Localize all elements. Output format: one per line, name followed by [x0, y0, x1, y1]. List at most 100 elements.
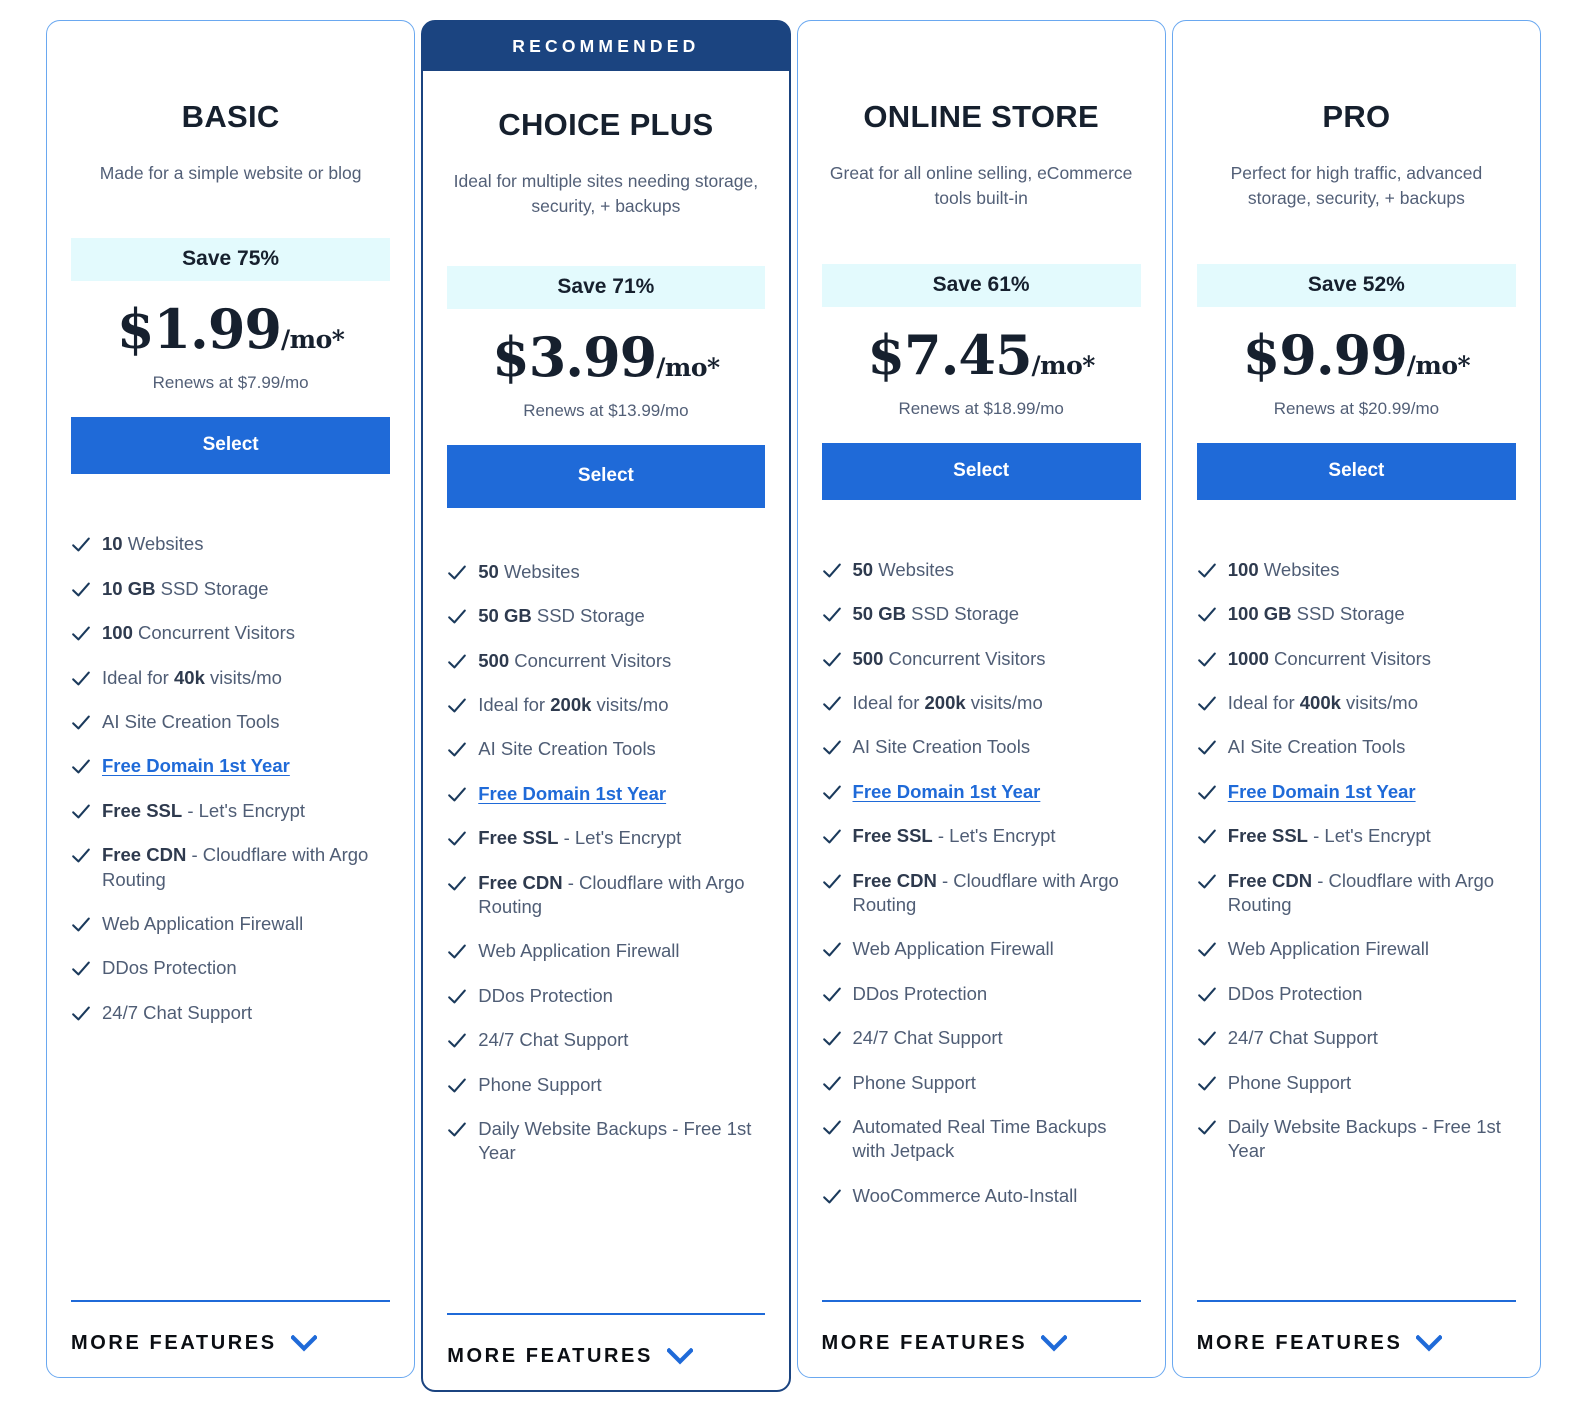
- feature-prefix: Ideal for: [102, 666, 174, 688]
- free-domain-link[interactable]: Free Domain 1st Year: [102, 755, 290, 776]
- chevron-down-icon: [1416, 1335, 1443, 1352]
- check-icon: [71, 757, 91, 777]
- check-icon: [822, 738, 842, 758]
- feature-body: - Let's Encrypt: [1307, 825, 1431, 847]
- feature-highlight: Free CDN: [102, 844, 187, 866]
- feature-text: Free SSL - Let's Encrypt: [1228, 824, 1431, 848]
- feature-item: Automated Real Time Backups with Jetpack: [822, 1115, 1141, 1164]
- check-icon: [447, 987, 467, 1007]
- check-icon: [822, 605, 842, 625]
- feature-highlight: Free SSL: [1227, 825, 1308, 847]
- check-icon: [822, 561, 842, 581]
- check-icon: [822, 940, 842, 960]
- more-features-toggle[interactable]: MORE FEATURES: [822, 1332, 1141, 1355]
- feature-body: Concurrent Visitors: [509, 649, 672, 671]
- feature-item: 50 GB SSD Storage: [447, 604, 764, 628]
- feature-item: 50 GB SSD Storage: [822, 602, 1141, 626]
- free-domain-link[interactable]: Free Domain 1st Year: [1228, 781, 1416, 802]
- feature-text: WooCommerce Auto-Install: [853, 1184, 1078, 1208]
- more-features-section: MORE FEATURES: [821, 1299, 1141, 1378]
- select-button[interactable]: Select: [447, 444, 765, 508]
- feature-text: Web Application Firewall: [478, 939, 679, 963]
- feature-item: Free CDN - Cloudflare with Argo Routing: [822, 869, 1141, 918]
- feature-item: Web Application Firewall: [1197, 937, 1516, 961]
- check-icon: [1197, 738, 1217, 758]
- feature-list: 50 Websites 50 GB SSD Storage 500 Concurre…: [822, 558, 1141, 1300]
- feature-item: Web Application Firewall: [822, 937, 1141, 961]
- check-icon: [822, 694, 842, 714]
- free-domain-link[interactable]: Free Domain 1st Year: [853, 781, 1041, 802]
- feature-highlight: 50 GB: [852, 603, 906, 625]
- check-icon: [1197, 985, 1217, 1005]
- renewal-price: Renews at $18.99/mo: [898, 398, 1064, 418]
- feature-highlight: 500: [852, 647, 884, 669]
- more-features-label: MORE FEATURES: [821, 1332, 1028, 1354]
- feature-body: Daily Website Backups - Free 1st Year: [1227, 1116, 1501, 1162]
- feature-text: AI Site Creation Tools: [1228, 735, 1406, 759]
- feature-text: Daily Website Backups - Free 1st Year: [478, 1117, 764, 1166]
- feature-text[interactable]: Free Domain 1st Year: [102, 754, 290, 778]
- pricing-card-basic: BASIC Made for a simple website or blog …: [46, 20, 416, 1378]
- feature-text: 500 Concurrent Visitors: [478, 649, 671, 673]
- feature-item: Free SSL - Let's Encrypt: [1197, 824, 1516, 848]
- feature-item: Free Domain 1st Year: [71, 754, 390, 778]
- feature-text[interactable]: Free Domain 1st Year: [853, 780, 1041, 804]
- feature-body: 24/7 Chat Support: [478, 1029, 629, 1051]
- feature-body: Concurrent Visitors: [1268, 647, 1432, 669]
- feature-item: 24/7 Chat Support: [1197, 1026, 1516, 1050]
- feature-text[interactable]: Free Domain 1st Year: [1228, 780, 1416, 804]
- check-icon: [447, 1076, 467, 1096]
- feature-body: Phone Support: [478, 1073, 602, 1095]
- more-features-toggle[interactable]: MORE FEATURES: [447, 1345, 764, 1368]
- feature-item: Free SSL - Let's Encrypt: [71, 799, 390, 823]
- plan-description: Great for all online selling, eCommerce …: [829, 163, 1133, 209]
- feature-list: 10 Websites 10 GB SSD Storage 100 Concurre…: [71, 532, 390, 1299]
- feature-text: 24/7 Chat Support: [102, 1001, 252, 1025]
- feature-item: 50 Websites: [822, 558, 1141, 582]
- feature-body: AI Site Creation Tools: [102, 711, 280, 732]
- plan-description: Made for a simple website or blog: [99, 163, 362, 183]
- price-row: $3.99/mo*: [447, 325, 764, 389]
- feature-body: DDos Protection: [102, 957, 237, 979]
- free-domain-link[interactable]: Free Domain 1st Year: [478, 783, 666, 804]
- check-icon: [1197, 1074, 1217, 1094]
- feature-text: 500 Concurrent Visitors: [853, 647, 1046, 671]
- feature-highlight: 100 GB: [1227, 603, 1292, 625]
- feature-text: Free SSL - Let's Encrypt: [102, 799, 305, 823]
- feature-body: 24/7 Chat Support: [1227, 1027, 1378, 1049]
- feature-text[interactable]: Free Domain 1st Year: [478, 782, 666, 806]
- feature-text: 24/7 Chat Support: [1228, 1026, 1378, 1050]
- price-row: $1.99/mo*: [71, 297, 390, 361]
- more-features-toggle[interactable]: MORE FEATURES: [1197, 1332, 1516, 1355]
- feature-item: DDos Protection: [71, 956, 390, 980]
- feature-text: DDos Protection: [853, 982, 988, 1006]
- feature-body: 24/7 Chat Support: [852, 1027, 1003, 1049]
- feature-text: Free CDN - Cloudflare with Argo Routing: [102, 843, 390, 892]
- feature-body: Phone Support: [1227, 1071, 1352, 1093]
- feature-highlight: Free CDN: [1227, 869, 1313, 891]
- feature-text: 100 Websites: [1228, 558, 1340, 582]
- more-features-toggle[interactable]: MORE FEATURES: [71, 1332, 390, 1355]
- feature-body: AI Site Creation Tools: [1227, 736, 1406, 758]
- feature-prefix: Ideal for: [1227, 691, 1300, 713]
- select-button[interactable]: Select: [71, 417, 391, 475]
- check-icon: [71, 915, 91, 935]
- more-features-section: MORE FEATURES: [447, 1312, 765, 1391]
- check-icon: [822, 1118, 842, 1138]
- select-button[interactable]: Select: [821, 442, 1141, 500]
- check-icon: [822, 985, 842, 1005]
- feature-highlight: Free CDN: [478, 871, 563, 893]
- feature-body: DDos Protection: [852, 982, 988, 1004]
- feature-item: 500 Concurrent Visitors: [447, 649, 764, 673]
- pricing-card-pro: PRO Perfect for high traffic, advanced s…: [1171, 20, 1542, 1378]
- feature-item: Phone Support: [1197, 1071, 1516, 1095]
- feature-item: 500 Concurrent Visitors: [822, 647, 1141, 671]
- feature-item: DDos Protection: [822, 982, 1141, 1006]
- price-amount: $1.99: [116, 297, 282, 362]
- more-features-section: MORE FEATURES: [1196, 1299, 1517, 1378]
- select-button[interactable]: Select: [1196, 442, 1517, 500]
- feature-text: Ideal for 200k visits/mo: [853, 691, 1043, 715]
- feature-text: 10 GB SSD Storage: [102, 577, 269, 601]
- check-icon: [447, 607, 467, 627]
- card-header: ONLINE STORE Great for all online sellin…: [822, 21, 1141, 212]
